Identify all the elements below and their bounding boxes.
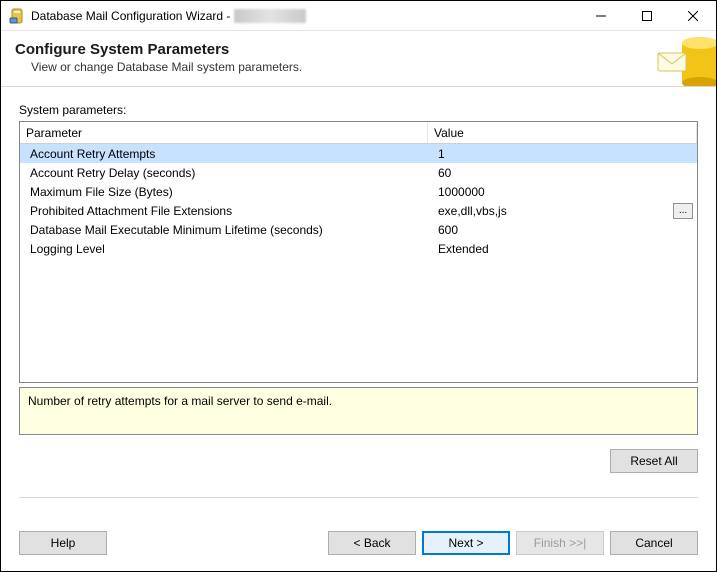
parameter-name-cell: Account Retry Attempts <box>20 145 428 163</box>
parameter-value: 60 <box>438 166 693 180</box>
window-title: Database Mail Configuration Wizard - <box>31 9 230 23</box>
table-row[interactable]: Maximum File Size (Bytes) 1000000 <box>20 182 697 201</box>
parameter-value: 1 <box>438 147 693 161</box>
maximize-button[interactable] <box>624 1 670 31</box>
parameter-value-cell[interactable]: 1000000 <box>428 185 697 199</box>
parameter-description: Number of retry attempts for a mail serv… <box>19 387 698 435</box>
ellipsis-button[interactable]: ... <box>673 203 693 219</box>
parameter-name-cell: Account Retry Delay (seconds) <box>20 164 428 182</box>
section-label: System parameters: <box>19 103 698 117</box>
parameter-value-cell[interactable]: exe,dll,vbs,js... <box>428 203 697 219</box>
wizard-header: Configure System Parameters View or chan… <box>1 31 716 87</box>
parameters-grid[interactable]: Parameter Value Account Retry Attempts1A… <box>19 121 698 383</box>
parameter-value-cell[interactable]: 600 <box>428 223 697 237</box>
parameter-value: 1000000 <box>438 185 693 199</box>
app-icon <box>9 8 25 24</box>
content-area: System parameters: Parameter Value Accou… <box>1 87 716 517</box>
parameter-value-cell[interactable]: 60 <box>428 166 697 180</box>
table-row[interactable]: Logging Level Extended <box>20 239 697 258</box>
parameter-value-cell[interactable]: 1 <box>428 147 697 161</box>
reset-all-button[interactable]: Reset All <box>610 449 698 473</box>
parameter-name-cell: Logging Level <box>20 240 428 258</box>
cancel-button[interactable]: Cancel <box>610 531 698 555</box>
column-header-value[interactable]: Value <box>428 123 697 143</box>
back-button[interactable]: < Back <box>328 531 416 555</box>
parameter-name-cell: Database Mail Executable Minimum Lifetim… <box>20 221 428 239</box>
parameter-name-cell: Prohibited Attachment File Extensions <box>20 202 428 220</box>
parameter-name-cell: Maximum File Size (Bytes) <box>20 183 428 201</box>
parameter-value: 600 <box>438 223 693 237</box>
wizard-footer: Help < Back Next > Finish >>| Cancel <box>1 517 716 571</box>
grid-header: Parameter Value <box>20 122 697 144</box>
table-row[interactable]: Account Retry Delay (seconds) 60 <box>20 163 697 182</box>
header-art-icon <box>656 31 716 86</box>
help-button[interactable]: Help <box>19 531 107 555</box>
next-button[interactable]: Next > <box>422 531 510 555</box>
minimize-button[interactable] <box>578 1 624 31</box>
reset-row: Reset All <box>19 435 698 498</box>
window-title-redacted <box>234 9 306 23</box>
grid-body: Account Retry Attempts 1 Account Retry Del… <box>20 144 697 382</box>
titlebar: Database Mail Configuration Wizard - <box>1 1 716 31</box>
page-subtitle: View or change Database Mail system para… <box>31 60 302 74</box>
column-header-parameter[interactable]: Parameter <box>20 123 428 143</box>
parameter-value-cell[interactable]: Extended <box>428 242 697 256</box>
parameter-value: Extended <box>438 242 693 256</box>
table-row[interactable]: Account Retry Attempts 1 <box>20 144 697 163</box>
page-title: Configure System Parameters <box>15 41 302 58</box>
close-button[interactable] <box>670 1 716 31</box>
parameter-value: exe,dll,vbs,js <box>438 204 669 218</box>
table-row[interactable]: Database Mail Executable Minimum Lifetim… <box>20 220 697 239</box>
table-row[interactable]: Prohibited Attachment File Extensionsexe… <box>20 201 697 220</box>
finish-button: Finish >>| <box>516 531 604 555</box>
